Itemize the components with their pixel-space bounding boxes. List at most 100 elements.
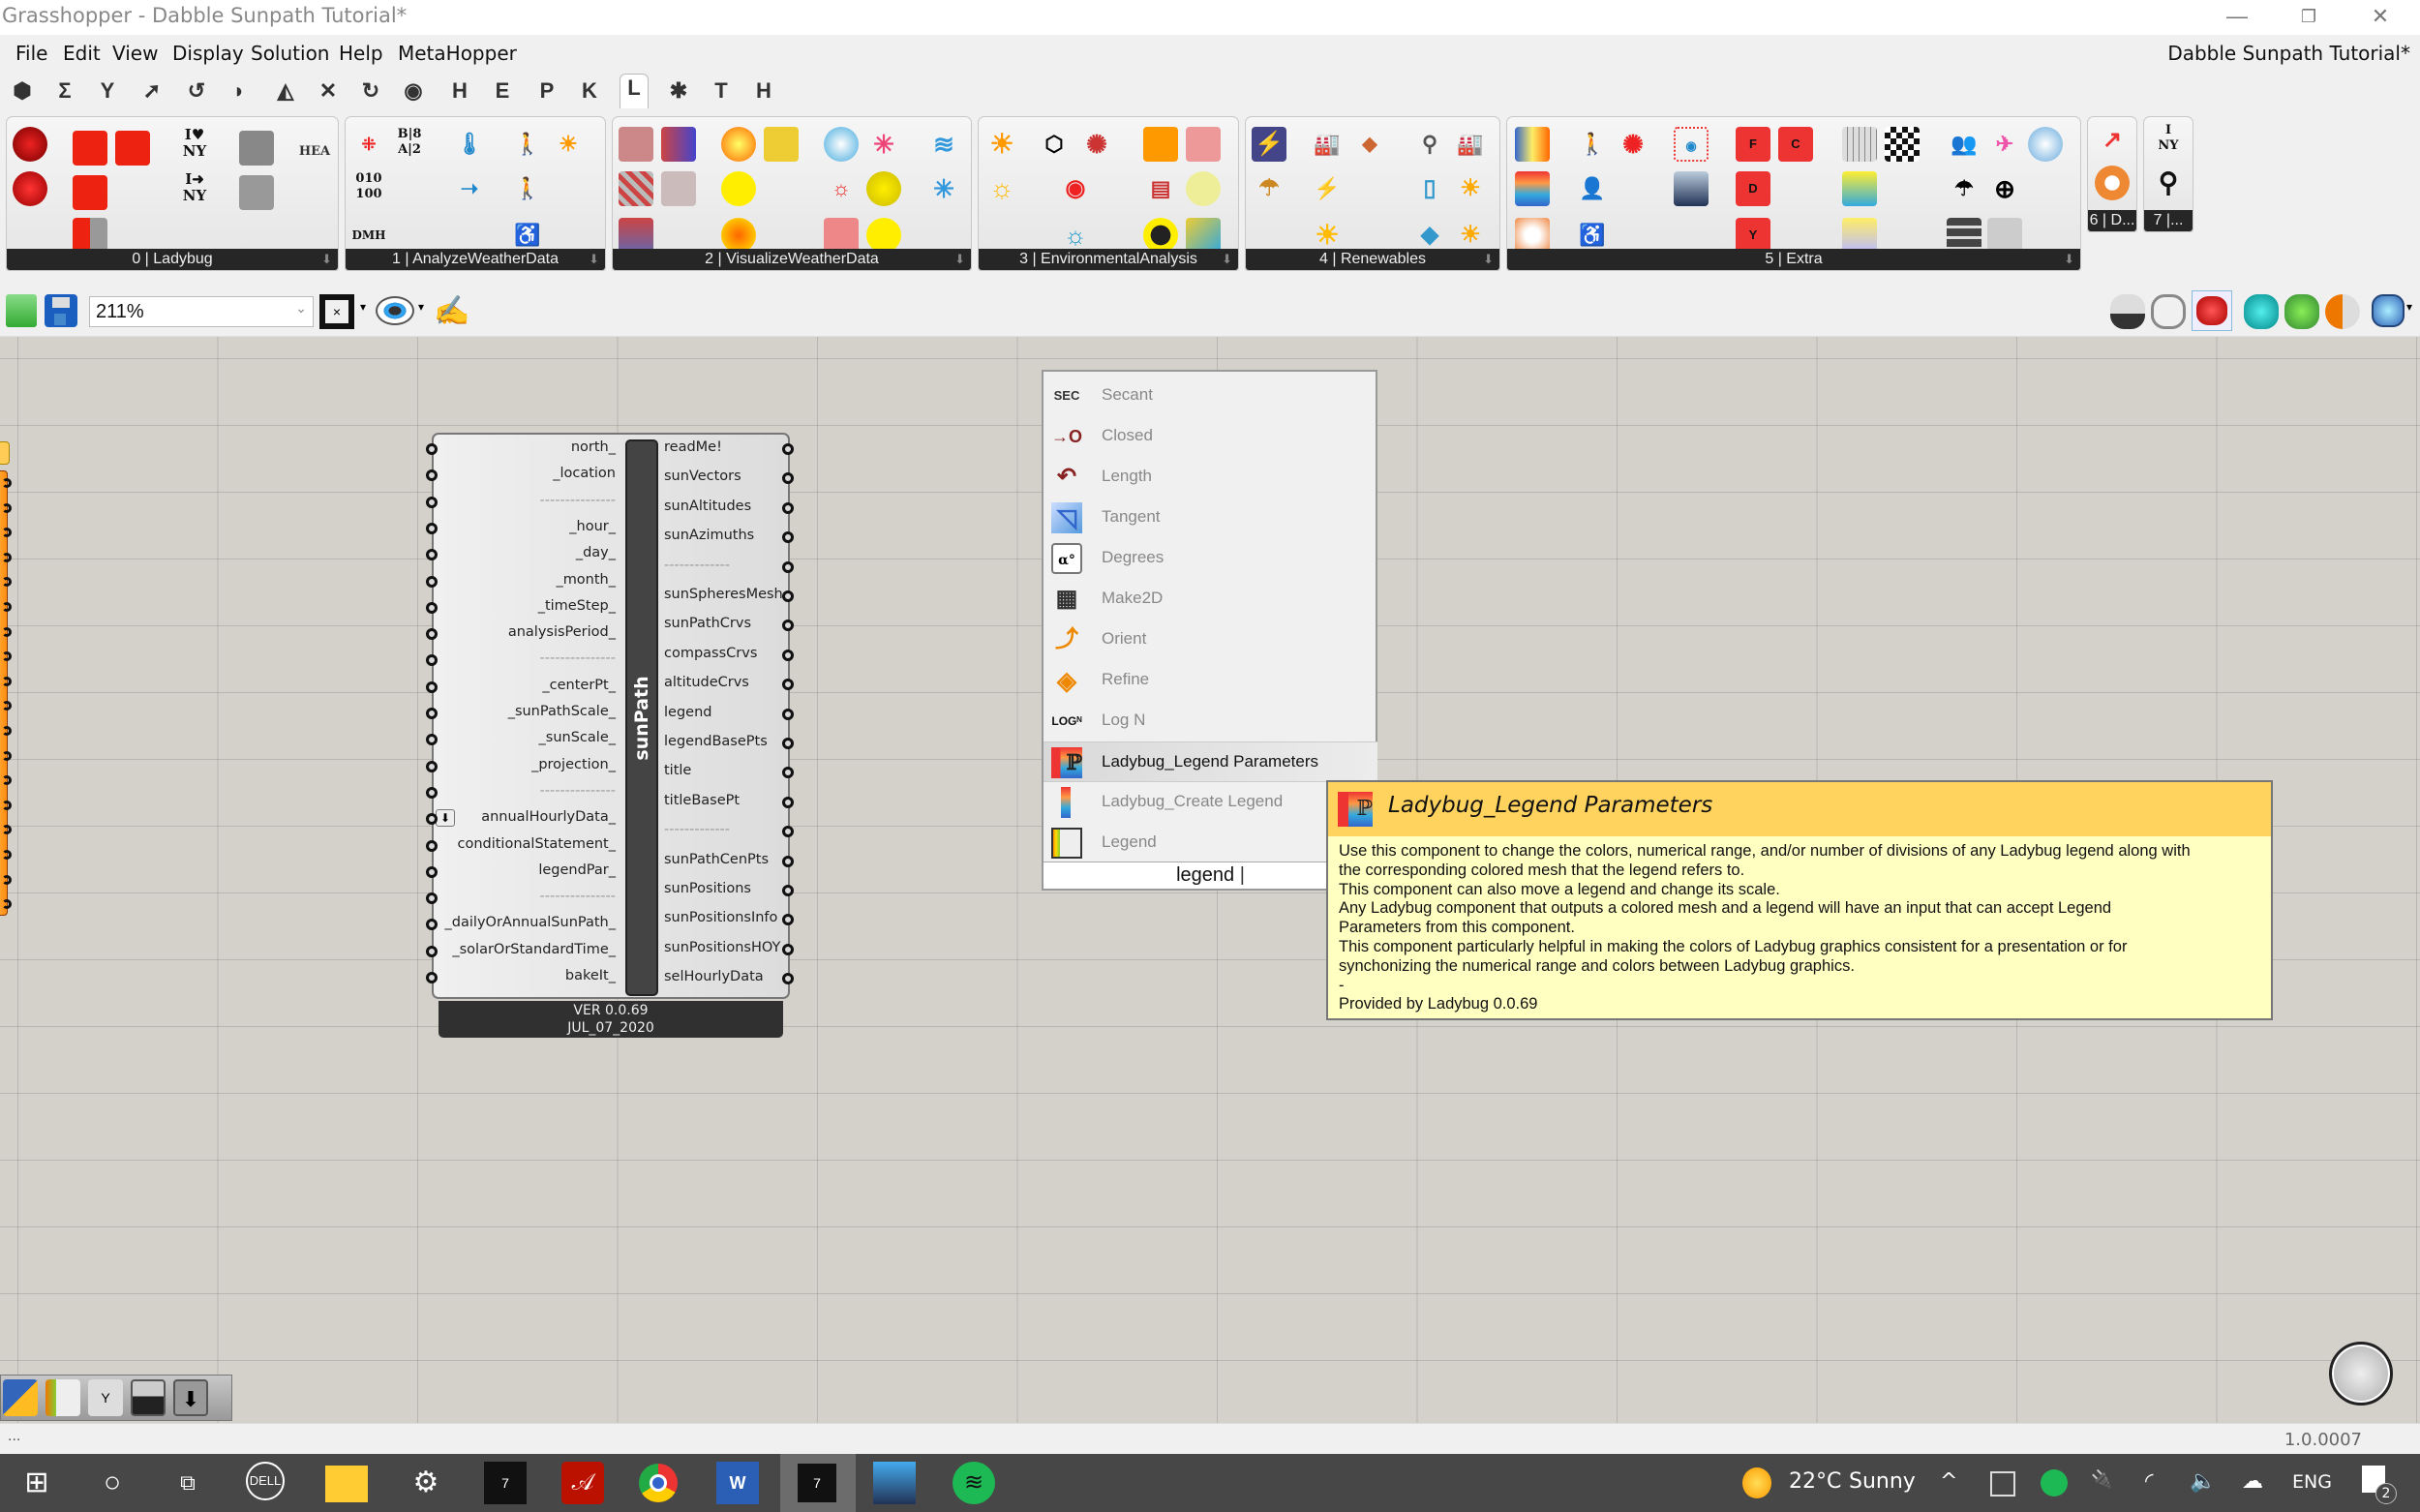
input-grip[interactable] (426, 734, 438, 746)
panel-label-analyzeweatherdata[interactable]: 1 | AnalyzeWeatherData ⬇ (346, 249, 605, 270)
shower-icon[interactable]: ☂ (1252, 171, 1286, 206)
output-param[interactable]: sunSpheresMesh (664, 587, 783, 602)
input-param[interactable]: _dailyOrAnnualSunPath_ (445, 915, 616, 930)
menu-display[interactable]: Display (172, 42, 244, 65)
update-icon[interactable]: ↗ (2095, 123, 2130, 158)
input-param[interactable]: _timeStep_ (538, 598, 616, 614)
open-stat-icon[interactable] (73, 218, 107, 253)
input-grip[interactable] (426, 680, 438, 693)
input-param[interactable]: bakeIt_ (565, 968, 616, 983)
input-param[interactable]: legendPar_ (538, 862, 616, 878)
year-convert-icon[interactable]: Y (1736, 218, 1770, 253)
task-view-icon[interactable]: ⧉ (166, 1462, 209, 1504)
mosquito-icon[interactable]: ✈ (1987, 127, 2022, 162)
output-grip[interactable] (2, 825, 12, 835)
search-result-item[interactable]: SEC Secant (1044, 376, 1377, 416)
output-param[interactable]: sunPositions (664, 881, 751, 896)
input-grip[interactable] (426, 786, 438, 799)
output-grip[interactable] (782, 560, 794, 573)
weather-sun-icon[interactable] (1742, 1467, 1771, 1498)
view-analysis-icon[interactable]: ◉ (1058, 171, 1093, 206)
hea-icon[interactable]: HEA (297, 127, 332, 162)
display-icon[interactable]: ◉ (399, 77, 428, 105)
input-param[interactable]: analysisPeriod_ (508, 624, 616, 640)
navigation-compass[interactable] (2329, 1342, 2393, 1406)
restore-button[interactable]: ❐ (2275, 0, 2343, 35)
tab-tab-l-icon[interactable]: L (620, 74, 649, 108)
search-result-item[interactable]: α° Degrees (1044, 538, 1377, 579)
sun-glasses-icon[interactable]: ☀ (1310, 218, 1345, 253)
input-grip[interactable] (426, 496, 438, 508)
input-grip[interactable] (426, 654, 438, 667)
rhino-icon[interactable]: 7 (484, 1462, 527, 1504)
search-result-item[interactable]: ↶ Length (1044, 457, 1377, 498)
preview-dropdown-icon[interactable]: ▾ (418, 300, 424, 314)
output-param[interactable]: altitudeCrvs (664, 675, 749, 690)
seated-icon[interactable]: ♿ (1575, 218, 1610, 253)
c-to-f-icon[interactable]: C (1778, 127, 1813, 162)
input-param[interactable]: annualHourlyData_ (481, 809, 616, 825)
input-grip[interactable] (426, 469, 438, 482)
input-expand-arrow-icon[interactable]: ⬇ (436, 809, 455, 827)
canvas[interactable]: sunPath north_ _location --------------- _h… (0, 337, 2420, 1423)
input-param[interactable]: _location (553, 466, 616, 481)
solar-water-icon[interactable]: ☀ (1453, 218, 1488, 253)
input-grip[interactable] (426, 549, 438, 561)
grasshopper-icon[interactable]: ✱ (664, 77, 693, 105)
menu-help[interactable]: Help (339, 42, 383, 65)
h-icon[interactable] (1842, 218, 1877, 253)
toggle-icon[interactable] (131, 1379, 166, 1416)
acrobat-icon[interactable]: 𝒜 (561, 1462, 604, 1504)
panel-label-renewables[interactable]: 4 | Renewables ⬇ (1246, 249, 1499, 270)
zoom-extents-dropdown-icon[interactable]: ▾ (360, 300, 366, 314)
spotify-tray-icon[interactable] (2041, 1469, 2068, 1497)
solar-fan-icon[interactable] (1186, 127, 1221, 162)
input-param[interactable]: north_ (571, 439, 616, 455)
surface-icon[interactable]: ◗ (225, 77, 254, 105)
close-button[interactable]: ✕ (2346, 0, 2414, 35)
input-grip[interactable] (426, 628, 438, 641)
ladybug-icon[interactable] (13, 127, 47, 162)
stack-icon[interactable] (1947, 218, 1981, 253)
curve-icon[interactable]: ↺ (182, 77, 211, 105)
search-result-item[interactable]: ▦ Make2D (1044, 579, 1377, 620)
zoom-input[interactable]: 211% ⌄ (89, 296, 314, 327)
input-grip[interactable] (426, 575, 438, 588)
factory2-icon[interactable]: 🏭 (1453, 127, 1488, 162)
expand-arrow-icon[interactable]: ⬇ (1222, 249, 1232, 270)
stat-icon[interactable] (239, 175, 274, 210)
preview-shaded-button[interactable] (2192, 290, 2232, 331)
input-grip[interactable] (426, 945, 438, 957)
output-param[interactable]: titleBasePt (664, 793, 740, 808)
output-grip[interactable] (2, 726, 12, 736)
input-param[interactable]: _centerPt_ (542, 678, 616, 693)
output-grip[interactable] (782, 738, 794, 749)
tab-tab-e-icon[interactable]: E (488, 77, 517, 105)
output-grip[interactable] (782, 501, 794, 514)
output-param[interactable]: readMe! (664, 439, 722, 455)
date-icon[interactable]: Y (88, 1379, 123, 1416)
output-grip[interactable] (2, 478, 12, 488)
hourly-plot-icon[interactable] (824, 218, 859, 253)
shadow-study-icon[interactable] (1143, 218, 1178, 253)
menu-solution[interactable]: Solution (251, 42, 329, 65)
panel-label-environmentalanalysis[interactable]: 3 | EnvironmentalAnalysis ⬇ (979, 249, 1238, 270)
rhino-active-icon[interactable]: 7 (780, 1454, 856, 1512)
output-param[interactable]: sunPositionsHOY (664, 940, 780, 955)
wind-boundary-icon[interactable]: ✳ (926, 171, 961, 206)
import-epw-icon[interactable] (73, 175, 107, 210)
indoor-comfort-icon[interactable]: ♿ (510, 218, 545, 253)
input-grip[interactable] (426, 522, 438, 534)
water-heater-icon[interactable]: ▯ (1412, 171, 1447, 206)
output-grip[interactable] (2, 899, 12, 910)
panel-label-7[interactable]: 7 |... (2144, 210, 2193, 231)
open-file-icon[interactable] (6, 294, 37, 327)
search-result-item[interactable]: →O Closed (1044, 416, 1377, 457)
panel-label-visualizeweatherdata[interactable]: 2 | VisualizeWeatherData ⬇ (613, 249, 971, 270)
input-param[interactable]: _month_ (556, 572, 616, 588)
output-param[interactable]: selHourlyData (664, 969, 764, 984)
output-grip[interactable] (2, 577, 12, 588)
output-grip[interactable] (782, 973, 794, 985)
battery-icon[interactable]: 🔌 (2091, 1469, 2112, 1490)
output-param[interactable]: compassCrvs (664, 646, 757, 661)
